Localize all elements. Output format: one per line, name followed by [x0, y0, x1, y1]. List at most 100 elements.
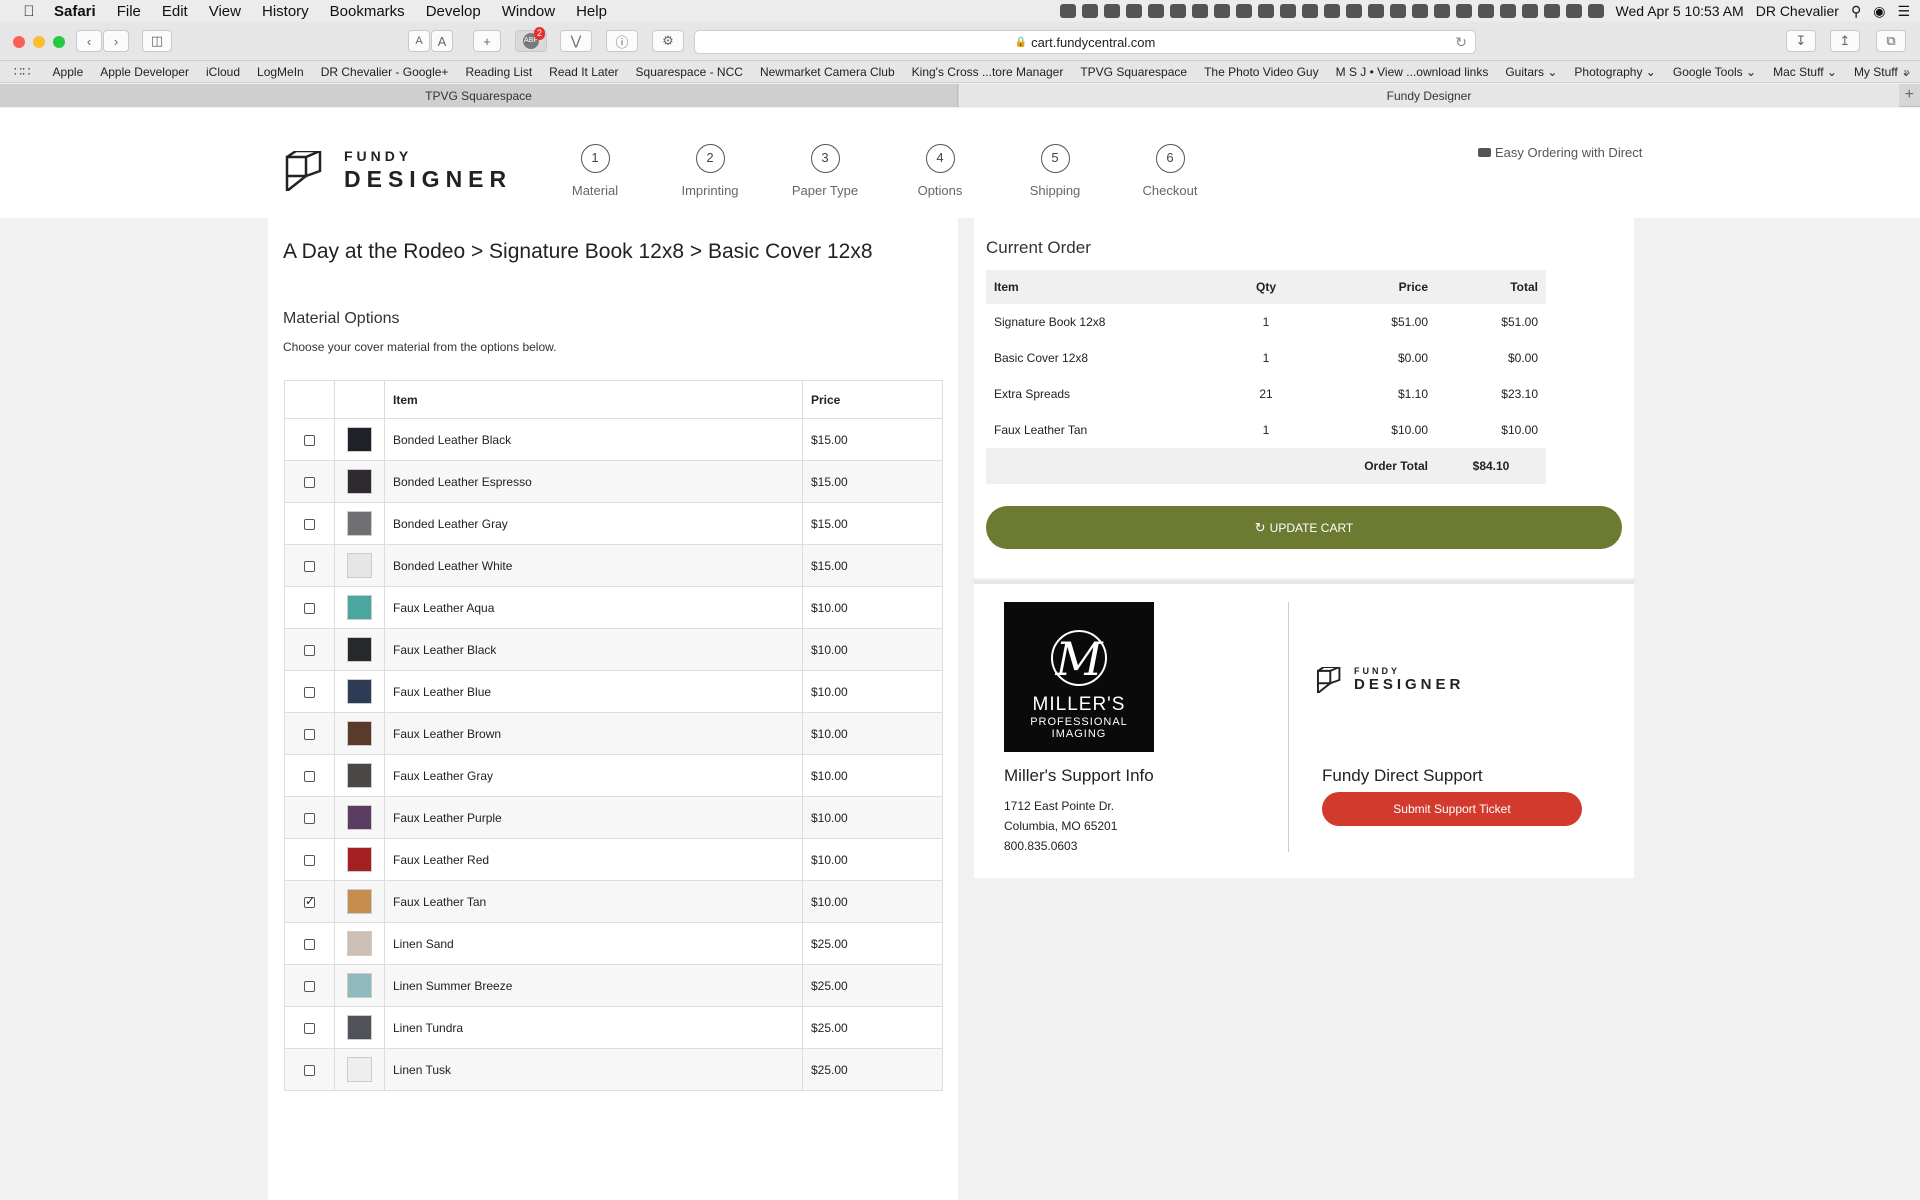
material-checkbox[interactable] [304, 644, 315, 656]
status-tray-icon[interactable] [1477, 4, 1494, 18]
status-tray-icon[interactable] [1235, 4, 1252, 18]
material-checkbox[interactable] [304, 812, 315, 824]
extension-icon[interactable]: ⚙ [652, 30, 684, 52]
material-checkbox[interactable] [304, 434, 315, 446]
material-checkbox[interactable] [304, 476, 315, 488]
bookmark-folder[interactable]: Guitars ⌄ [1505, 65, 1557, 79]
status-tray-icon[interactable] [1389, 4, 1406, 18]
bookmark-folder[interactable]: Photography ⌄ [1574, 65, 1655, 79]
material-row[interactable]: Linen Sand $25.00 [284, 922, 943, 965]
minimize-window-button[interactable] [33, 36, 45, 48]
material-checkbox[interactable] [304, 518, 315, 530]
tab-fundy-designer[interactable]: Fundy Designer [959, 84, 1899, 107]
status-tray-icon[interactable] [1213, 4, 1230, 18]
status-tray-icon[interactable] [1301, 4, 1318, 18]
status-tray-icon[interactable] [1147, 4, 1164, 18]
status-tray-icon[interactable] [1367, 4, 1384, 18]
status-tray-icon[interactable] [1345, 4, 1362, 18]
status-tray-icon[interactable] [1257, 4, 1274, 18]
bookmark-item[interactable]: Squarespace - NCC [636, 65, 743, 79]
material-row[interactable]: Linen Tusk $25.00 [284, 1048, 943, 1091]
notification-center-icon[interactable]: ☰ [1897, 3, 1910, 20]
status-tray-icon[interactable] [1059, 4, 1076, 18]
zoom-window-button[interactable] [53, 36, 65, 48]
step-imprinting[interactable]: 2 Imprinting [660, 144, 760, 198]
material-checkbox[interactable] [304, 980, 315, 992]
forward-button[interactable]: › [103, 30, 129, 52]
material-checkbox[interactable] [304, 1064, 315, 1076]
bookmarks-overflow-icon[interactable]: » [1903, 65, 1910, 79]
material-row[interactable]: Bonded Leather Espresso $15.00 [284, 460, 943, 503]
material-checkbox[interactable] [304, 560, 315, 572]
bookmark-item[interactable]: Apple [53, 65, 84, 79]
tab-tpvg-squarespace[interactable]: TPVG Squarespace [0, 84, 958, 107]
easy-ordering-link[interactable]: Easy Ordering with Direct [1478, 145, 1642, 160]
bookmark-item[interactable]: The Photo Video Guy [1204, 65, 1319, 79]
status-tray-icon[interactable] [1103, 4, 1120, 18]
share-icon[interactable]: ↥ [1830, 30, 1860, 52]
menu-help[interactable]: Help [576, 3, 607, 20]
material-checkbox[interactable] [304, 686, 315, 698]
downloads-icon[interactable]: ↧ [1786, 30, 1816, 52]
material-row[interactable]: Faux Leather Brown $10.00 [284, 712, 943, 755]
bookmark-item[interactable]: LogMeIn [257, 65, 304, 79]
material-checkbox[interactable] [304, 728, 315, 740]
bookmark-item[interactable]: DR Chevalier - Google+ [321, 65, 449, 79]
step-material[interactable]: 1 Material [545, 144, 645, 198]
menu-view[interactable]: View [209, 3, 241, 20]
menu-develop[interactable]: Develop [426, 3, 481, 20]
material-row[interactable]: Bonded Leather Black $15.00 [284, 418, 943, 461]
bookmark-item[interactable]: Newmarket Camera Club [760, 65, 895, 79]
bookmark-item[interactable]: Read It Later [549, 65, 618, 79]
step-paper-type[interactable]: 3 Paper Type [775, 144, 875, 198]
eject-icon[interactable] [1543, 4, 1560, 18]
status-tray-icon[interactable] [1169, 4, 1186, 18]
material-row[interactable]: Linen Summer Breeze $25.00 [284, 964, 943, 1007]
lab-phone[interactable]: 800.835.0603 [1004, 836, 1117, 856]
bookmark-item[interactable]: Apple Developer [100, 65, 189, 79]
add-icon[interactable]: + [473, 30, 501, 52]
status-tray-icon[interactable] [1411, 4, 1428, 18]
material-checkbox[interactable] [304, 938, 315, 950]
submit-support-ticket-button[interactable]: Submit Support Ticket [1322, 792, 1582, 826]
clock[interactable]: Wed Apr 5 10:53 AM [1616, 3, 1744, 19]
url-bar[interactable]: 🔒 cart.fundycentral.com ↻ [694, 30, 1476, 54]
material-checkbox[interactable] [304, 602, 315, 614]
menu-file[interactable]: File [117, 3, 141, 20]
bookmark-item[interactable]: TPVG Squarespace [1080, 65, 1187, 79]
bookmark-folder[interactable]: Google Tools ⌄ [1673, 65, 1756, 79]
material-row[interactable]: Linen Tundra $25.00 [284, 1006, 943, 1049]
step-options[interactable]: 4 Options [890, 144, 990, 198]
material-checkbox[interactable] [304, 770, 315, 782]
reload-icon[interactable]: ↻ [1455, 34, 1467, 51]
airplay-icon[interactable] [1521, 4, 1538, 18]
status-tray-icon[interactable] [1081, 4, 1098, 18]
material-row[interactable]: Faux Leather Gray $10.00 [284, 754, 943, 797]
new-tab-icon[interactable]: + [1905, 86, 1914, 104]
spotlight-icon[interactable]: ⚲ [1851, 3, 1861, 20]
fundy-designer-logo[interactable]: FUNDY DESIGNER [284, 148, 512, 193]
material-row[interactable]: Bonded Leather Gray $15.00 [284, 502, 943, 545]
sidebar-icon[interactable]: ◫ [142, 30, 172, 52]
menu-edit[interactable]: Edit [162, 3, 188, 20]
material-checkbox[interactable] [304, 1022, 315, 1034]
adblock-icon[interactable]: ABP 2 [515, 27, 547, 52]
menu-bookmarks[interactable]: Bookmarks [330, 3, 405, 20]
bookmark-item[interactable]: King's Cross ...tore Manager [912, 65, 1064, 79]
material-checkbox[interactable] [304, 894, 315, 908]
top-sites-grid-icon[interactable]: ∷∷ [14, 64, 31, 80]
menu-window[interactable]: Window [502, 3, 555, 20]
close-window-button[interactable] [13, 36, 25, 48]
wifi-icon[interactable] [1499, 4, 1516, 18]
material-checkbox[interactable] [304, 854, 315, 866]
material-row[interactable]: Faux Leather Tan$10.00 [284, 880, 943, 923]
siri-icon[interactable]: ◉ [1873, 3, 1885, 20]
status-tray-icon[interactable] [1279, 4, 1296, 18]
bookmark-item[interactable]: Reading List [465, 65, 532, 79]
material-row[interactable]: Bonded Leather White $15.00 [284, 544, 943, 587]
back-button[interactable]: ‹ [76, 30, 102, 52]
material-row[interactable]: Faux Leather Aqua $10.00 [284, 586, 943, 629]
status-tray-icon[interactable] [1125, 4, 1142, 18]
user-name[interactable]: DR Chevalier [1756, 3, 1839, 19]
material-row[interactable]: Faux Leather Purple $10.00 [284, 796, 943, 839]
